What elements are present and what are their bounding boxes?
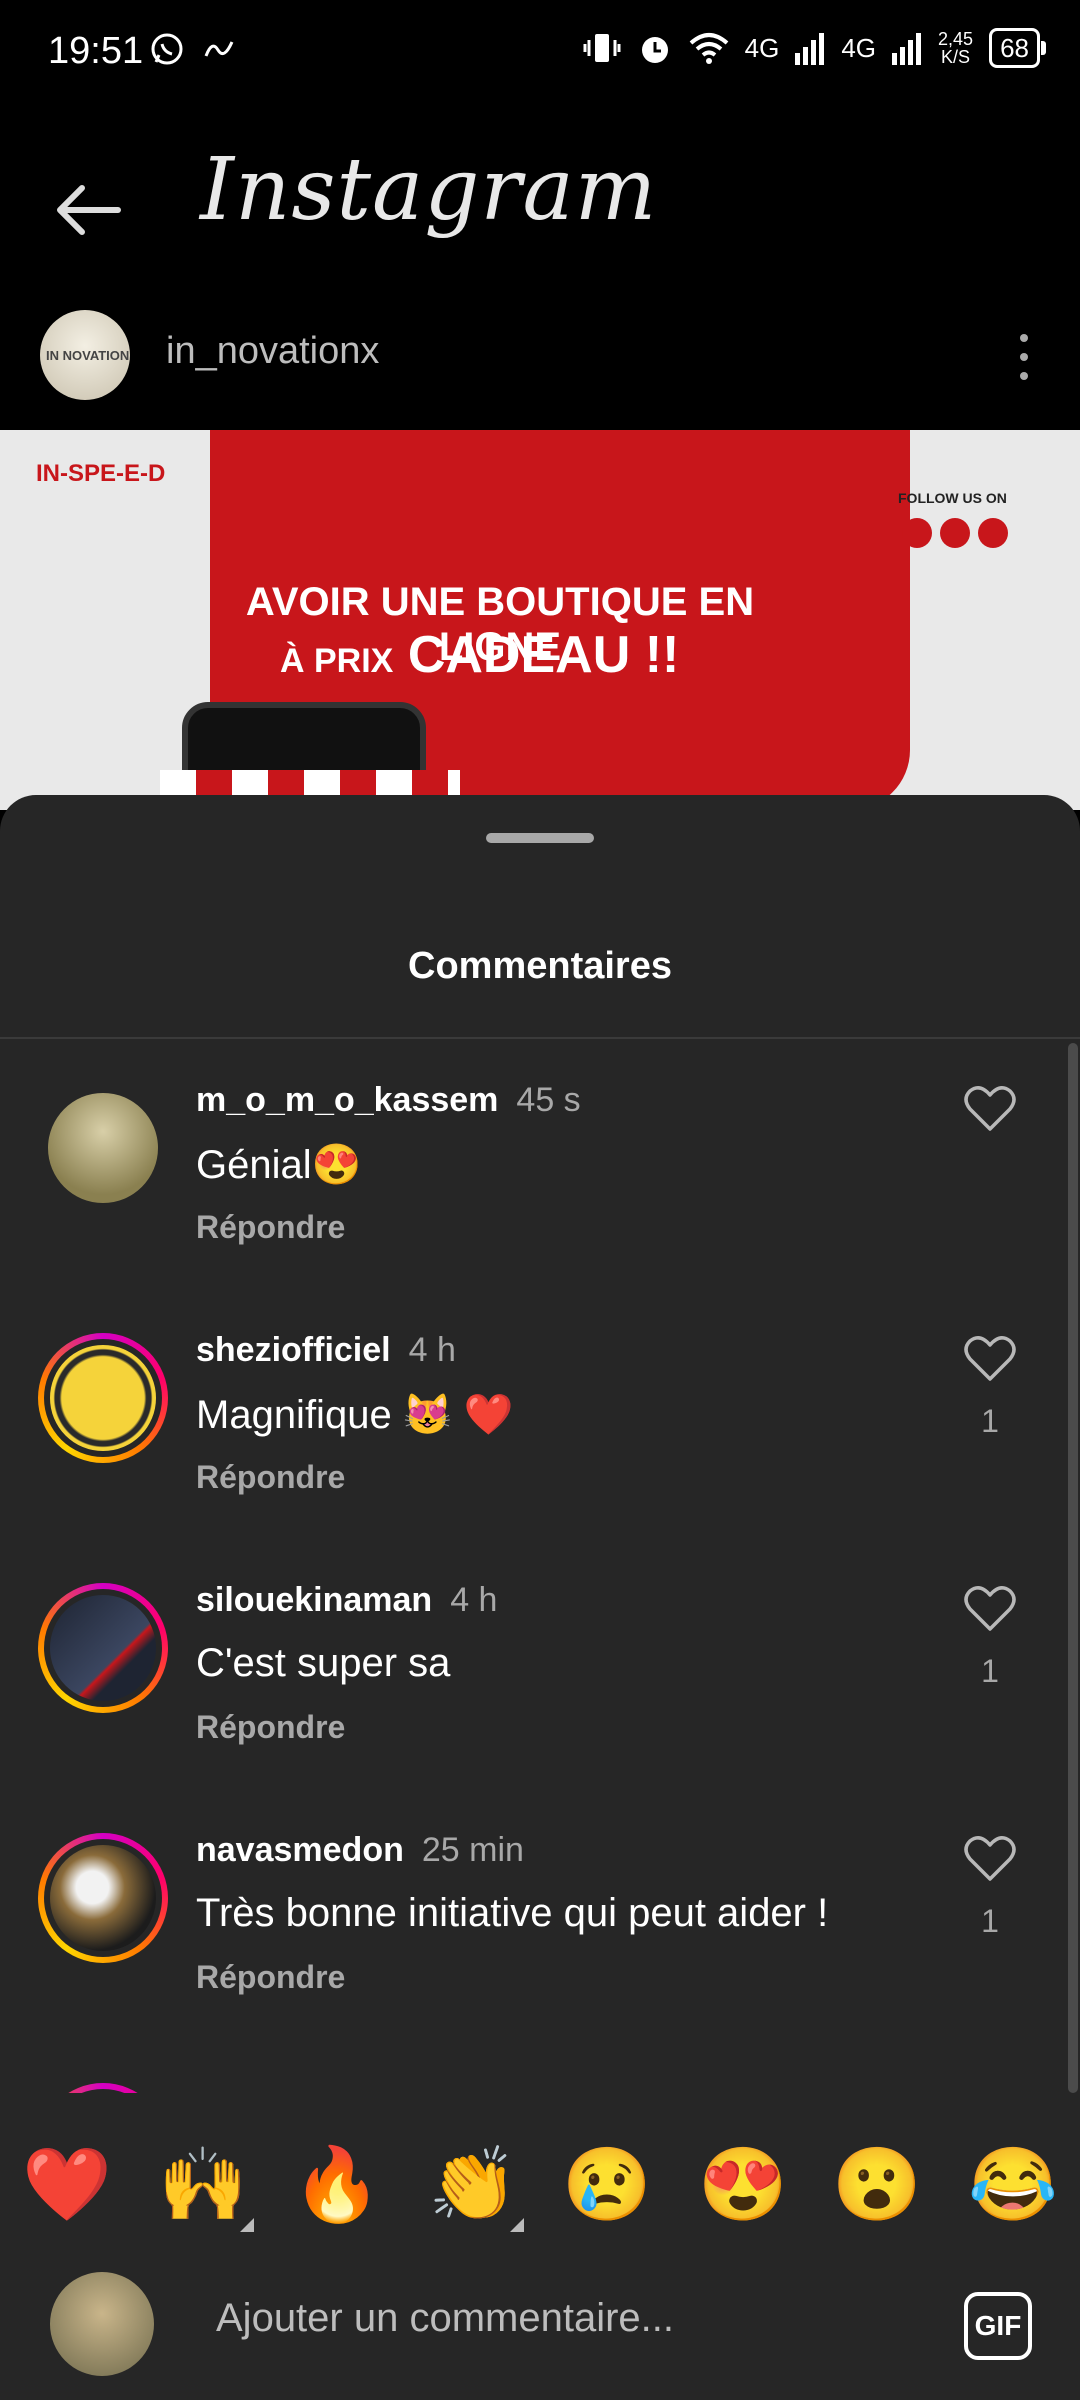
wifi-icon xyxy=(689,33,728,64)
app-header: Instagram xyxy=(0,110,1080,310)
like-count: 1 xyxy=(981,1903,999,1939)
back-arrow-icon[interactable] xyxy=(48,170,128,250)
comment-item: navasmedon 25 min Très bonne initiative q… xyxy=(0,1793,1060,2043)
status-bar: 19:51 4G 4G 2,45 K/S 68 xyxy=(0,0,1080,110)
post-image-social-icons xyxy=(902,518,1008,548)
data-speed-value: 2,45 xyxy=(938,29,974,49)
signal-icon-1 xyxy=(795,33,825,65)
comment-avatar[interactable] xyxy=(38,2083,168,2093)
app-notification-icon xyxy=(204,41,234,57)
network-label-1: 4G xyxy=(744,32,780,63)
vibrate-icon xyxy=(583,34,621,62)
sheet-divider xyxy=(0,1037,1080,1039)
like-heart-icon[interactable] xyxy=(962,1081,1018,1133)
comment-item xyxy=(0,2043,1060,2093)
clock: 19:51 xyxy=(48,30,144,72)
comment-username-line: navasmedon 25 min xyxy=(196,1831,524,1870)
like-heart-icon[interactable] xyxy=(962,1581,1018,1633)
sheet-drag-handle[interactable] xyxy=(486,833,594,843)
post-image-logo: IN-SPE-E-D xyxy=(36,460,166,487)
comment-avatar-image xyxy=(50,1595,156,1701)
comment-time: 4 h xyxy=(450,1581,498,1619)
post-image-follow-text: FOLLOW US ON xyxy=(898,490,1007,506)
network-label-2: 4G xyxy=(841,32,877,63)
signal-icon-2 xyxy=(892,33,922,65)
comment-avatar[interactable] xyxy=(38,1333,168,1463)
comment-username[interactable]: silouekinaman xyxy=(196,1581,432,1619)
post-author-row: IN NOVATION in_novationx xyxy=(0,300,1080,430)
comment-input-bar: Ajouter un commentaire... GIF xyxy=(0,2260,1080,2400)
author-avatar[interactable]: IN NOVATION xyxy=(40,310,130,400)
reply-button[interactable]: Répondre xyxy=(196,1209,345,1246)
battery-indicator: 68 xyxy=(989,28,1046,68)
comment-text: C'est super sa xyxy=(196,1641,451,1685)
raising-hands-emoji-button[interactable]: 🙌 xyxy=(158,2140,248,2230)
comment-username[interactable]: navasmedon xyxy=(196,1831,404,1869)
comment-avatar[interactable] xyxy=(38,1583,168,1713)
comment-time: 45 s xyxy=(516,1081,581,1119)
comment-item: m_o_m_o_kassem 45 s Génial😍 Répondre xyxy=(0,1043,1060,1293)
comment-username-line: sheziofficiel 4 h xyxy=(196,1331,456,1370)
comment-avatar[interactable] xyxy=(38,1833,168,1963)
comment-text: Magnifique 😻 ❤️ xyxy=(196,1393,514,1437)
comment-avatar-ring-gap xyxy=(44,2089,162,2093)
scrollbar[interactable] xyxy=(1068,1043,1078,2093)
surprised-emoji-button[interactable]: 😮 xyxy=(832,2140,922,2230)
like-count: 1 xyxy=(981,1403,999,1439)
author-avatar-text: IN NOVATION xyxy=(46,348,130,363)
comment-time: 4 h xyxy=(408,1331,456,1369)
emoji-variant-indicator xyxy=(240,2218,254,2232)
reply-button[interactable]: Répondre xyxy=(196,1459,345,1496)
comment-username-line: silouekinaman 4 h xyxy=(196,1581,497,1620)
like-heart-icon[interactable] xyxy=(962,1331,1018,1383)
comment-avatar-image xyxy=(48,1093,158,1203)
laughing-emoji-button[interactable]: 😂 xyxy=(968,2140,1058,2230)
instagram-logo: Instagram xyxy=(200,140,658,240)
like-count: 1 xyxy=(981,1653,999,1689)
comment-avatar-image xyxy=(50,1345,156,1451)
emoji-reaction-bar: ❤️ 🙌 🔥 👏 😢 😍 😮 😂 xyxy=(0,2100,1080,2260)
emoji-variant-indicator xyxy=(510,2218,524,2232)
comment-item: silouekinaman 4 h C'est super sa Répondre… xyxy=(0,1543,1060,1793)
post-image-headline-2-small: À PRIX xyxy=(280,642,394,680)
more-options-icon[interactable] xyxy=(1014,322,1034,392)
like-heart-icon[interactable] xyxy=(962,1831,1018,1883)
comment-text: Très bonne initiative qui peut aider ! xyxy=(196,1891,829,1935)
reply-button[interactable]: Répondre xyxy=(196,1959,345,1996)
post-image[interactable]: IN-SPE-E-D FOLLOW US ON AVOIR UNE BOUTIQ… xyxy=(0,430,1080,810)
post-image-headline-2-main: CADEAU !! xyxy=(407,626,680,684)
notification-icons xyxy=(150,32,236,66)
comment-username[interactable]: sheziofficiel xyxy=(196,1331,391,1369)
alarm-icon xyxy=(641,37,668,63)
data-speed: 2,45 K/S xyxy=(938,30,973,66)
comment-time: 25 min xyxy=(421,1831,524,1869)
comment-username[interactable]: m_o_m_o_kassem xyxy=(196,1081,498,1119)
comment-username-line: m_o_m_o_kassem 45 s xyxy=(196,1081,581,1120)
system-icons: 4G 4G 2,45 K/S 68 xyxy=(583,28,1046,68)
comment-input[interactable]: Ajouter un commentaire... xyxy=(216,2296,674,2341)
comment-avatar-image xyxy=(50,1845,156,1951)
author-username[interactable]: in_novationx xyxy=(166,330,379,373)
reply-button[interactable]: Répondre xyxy=(196,1709,345,1746)
comment-text: Génial😍 xyxy=(196,1143,362,1187)
crying-emoji-button[interactable]: 😢 xyxy=(562,2140,652,2230)
comment-avatar[interactable] xyxy=(38,1083,168,1213)
whatsapp-icon xyxy=(151,33,183,65)
heart-eyes-emoji-button[interactable]: 😍 xyxy=(698,2140,788,2230)
current-user-avatar xyxy=(50,2272,154,2376)
comment-username-line xyxy=(196,2081,214,2093)
data-speed-unit: K/S xyxy=(941,47,971,67)
heart-emoji-button[interactable]: ❤️ xyxy=(22,2140,112,2230)
sheet-title: Commentaires xyxy=(408,945,672,987)
fire-emoji-button[interactable]: 🔥 xyxy=(292,2140,382,2230)
gif-button[interactable]: GIF xyxy=(964,2292,1032,2360)
post-image-headline-2: À PRIX CADEAU !! xyxy=(280,625,679,685)
comments-list[interactable]: m_o_m_o_kassem 45 s Génial😍 Répondre shez… xyxy=(0,1043,1066,2093)
comment-item: sheziofficiel 4 h Magnifique 😻 ❤️ Répondr… xyxy=(0,1293,1060,1543)
clapping-emoji-button[interactable]: 👏 xyxy=(428,2140,518,2230)
